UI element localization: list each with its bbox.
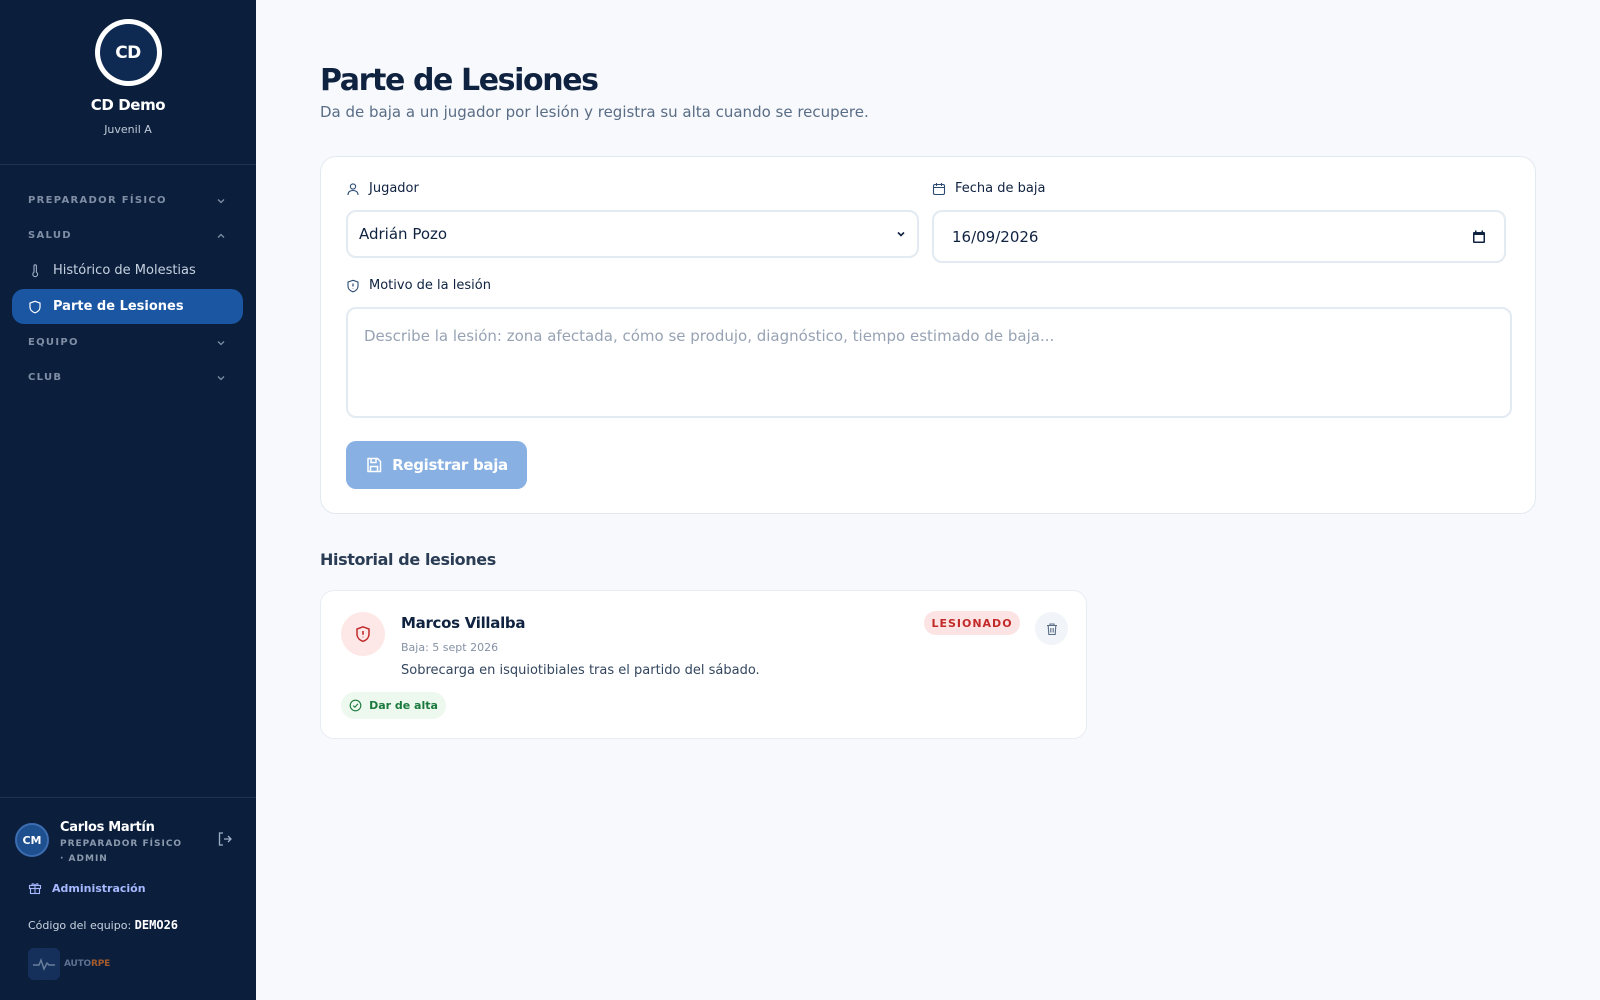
sidebar-item-parte-lesiones[interactable]: Parte de Lesiones xyxy=(12,289,243,324)
chevron-down-icon xyxy=(217,375,225,380)
club-logo-initials: CD xyxy=(99,24,157,81)
reason-field-label: Motivo de la lesión xyxy=(346,278,491,293)
shield-alert-icon xyxy=(346,279,360,293)
date-label-text: Fecha de baja xyxy=(955,181,1046,196)
reason-placeholder: Describe la lesión: zona afectada, cómo … xyxy=(364,327,1055,345)
date-input[interactable]: 16/09/2026 xyxy=(932,210,1506,263)
section-preparador-fisico[interactable]: PREPARADOR FÍSICO xyxy=(0,183,256,218)
calendar-icon xyxy=(932,182,946,196)
user-area: CM Carlos Martín PREPARADOR FÍSICO · ADM… xyxy=(0,797,256,1000)
thermometer-icon xyxy=(28,263,42,278)
chevron-down-icon xyxy=(217,340,225,345)
player-select-value: Adrián Pozo xyxy=(359,225,448,243)
section-label: SALUD xyxy=(28,230,72,241)
injury-card: Marcos Villalba Baja: 5 sept 2026 Sobrec… xyxy=(320,590,1087,739)
injury-description: Sobrecarga en isquiotibiales tras el par… xyxy=(401,663,760,678)
chevron-down-icon xyxy=(897,231,905,237)
chevron-up-icon xyxy=(217,233,225,238)
section-salud[interactable]: SALUD xyxy=(0,218,256,253)
avatar: CM xyxy=(15,823,49,857)
reason-label-text: Motivo de la lesión xyxy=(369,278,491,293)
user-name: Carlos Martín xyxy=(60,820,155,835)
main-content: Parte de Lesiones Da de baja a un jugado… xyxy=(256,0,1600,1000)
injured-player-name: Marcos Villalba xyxy=(401,614,526,632)
team-code: Código del equipo: DEMO26 xyxy=(28,918,178,932)
brand-area: CD CD Demo Juvenil A xyxy=(0,0,256,165)
sidebar-item-label: Histórico de Molestias xyxy=(53,263,196,278)
sidebar-item-historico-molestias[interactable]: Histórico de Molestias xyxy=(12,253,243,288)
user-role: PREPARADOR FÍSICO · ADMIN xyxy=(60,839,183,864)
history-title: Historial de lesiones xyxy=(320,550,496,569)
team-code-value: DEMO26 xyxy=(134,918,179,932)
shield-icon xyxy=(28,300,42,314)
injury-date: Baja: 5 sept 2026 xyxy=(401,641,499,654)
discharge-label: Dar de alta xyxy=(369,699,438,712)
player-select[interactable]: Adrián Pozo xyxy=(346,210,919,258)
sidebar: CD CD Demo Juvenil A PREPARADOR FÍSICO S… xyxy=(0,0,256,1000)
powered-by-logo: AUTORPE xyxy=(64,959,110,969)
player-field-label: Jugador xyxy=(346,181,419,196)
check-circle-icon xyxy=(349,699,362,712)
calendar-picker-icon[interactable] xyxy=(1472,230,1486,244)
shield-alert-icon xyxy=(341,612,385,656)
page-title: Parte de Lesiones xyxy=(320,63,599,98)
admin-link-label: Administración xyxy=(52,881,146,895)
section-label: EQUIPO xyxy=(28,337,79,348)
club-name: CD Demo xyxy=(90,96,166,114)
user-icon xyxy=(346,182,360,196)
section-equipo[interactable]: EQUIPO xyxy=(0,325,256,360)
section-label: PREPARADOR FÍSICO xyxy=(28,195,167,206)
injury-form: Jugador Adrián Pozo Fecha de baja 16/09/… xyxy=(320,156,1536,514)
discharge-button[interactable]: Dar de alta xyxy=(341,692,446,719)
user-profile: CM Carlos Martín PREPARADOR FÍSICO · ADM… xyxy=(15,820,185,867)
team-name: Juvenil A xyxy=(104,123,152,136)
powered-suffix: RPE xyxy=(91,959,111,969)
admin-link[interactable]: Administración xyxy=(28,881,146,895)
section-label: CLUB xyxy=(28,372,63,383)
trash-icon xyxy=(1046,622,1057,635)
club-logo: CD xyxy=(94,19,162,86)
gift-icon xyxy=(28,881,42,895)
sidebar-nav: PREPARADOR FÍSICO SALUD Histórico de Mol… xyxy=(0,165,256,395)
team-code-label: Código del equipo: xyxy=(28,919,132,932)
date-input-value: 16/09/2026 xyxy=(952,227,1039,246)
page-subtitle: Da de baja a un jugador por lesión y reg… xyxy=(320,103,869,121)
save-icon xyxy=(365,456,383,474)
powered-by: AUTORPE xyxy=(28,948,110,980)
powered-prefix: AUTO xyxy=(64,959,91,969)
section-club[interactable]: CLUB xyxy=(0,360,256,395)
chevron-down-icon xyxy=(217,198,225,203)
status-badge: LESIONADO xyxy=(924,611,1020,635)
logout-icon[interactable] xyxy=(216,830,234,848)
reason-textarea[interactable]: Describe la lesión: zona afectada, cómo … xyxy=(346,307,1512,418)
sidebar-item-label: Parte de Lesiones xyxy=(53,299,184,314)
delete-injury-button[interactable] xyxy=(1035,612,1068,645)
register-injury-label: Registrar baja xyxy=(392,456,508,474)
register-injury-button[interactable]: Registrar baja xyxy=(346,441,527,489)
date-field-label: Fecha de baja xyxy=(932,181,1045,196)
player-label-text: Jugador xyxy=(369,181,419,196)
pulse-icon xyxy=(28,948,60,980)
